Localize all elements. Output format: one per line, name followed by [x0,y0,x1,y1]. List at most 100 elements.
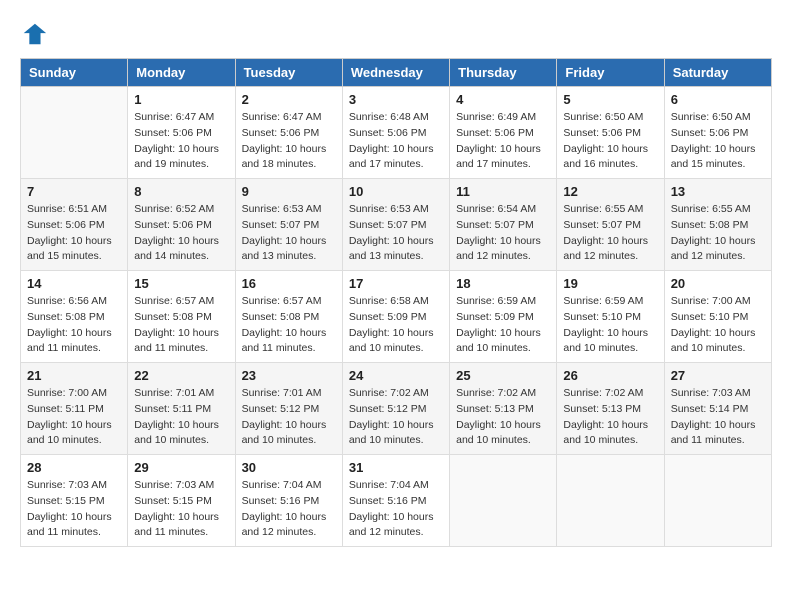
calendar-cell: 13 Sunrise: 6:55 AMSunset: 5:08 PMDayligh… [664,179,771,271]
day-info: Sunrise: 7:01 AMSunset: 5:12 PMDaylight:… [242,386,336,449]
day-info: Sunrise: 6:53 AMSunset: 5:07 PMDaylight:… [349,202,443,265]
day-info: Sunrise: 7:02 AMSunset: 5:13 PMDaylight:… [563,386,657,449]
calendar-cell: 19 Sunrise: 6:59 AMSunset: 5:10 PMDayligh… [557,271,664,363]
day-number: 12 [563,184,657,199]
day-number: 25 [456,368,550,383]
day-info: Sunrise: 6:52 AMSunset: 5:06 PMDaylight:… [134,202,228,265]
day-number: 8 [134,184,228,199]
day-info: Sunrise: 7:00 AMSunset: 5:10 PMDaylight:… [671,294,765,357]
calendar-cell: 16 Sunrise: 6:57 AMSunset: 5:08 PMDayligh… [235,271,342,363]
calendar-cell: 8 Sunrise: 6:52 AMSunset: 5:06 PMDaylight… [128,179,235,271]
day-info: Sunrise: 6:58 AMSunset: 5:09 PMDaylight:… [349,294,443,357]
calendar-cell: 28 Sunrise: 7:03 AMSunset: 5:15 PMDayligh… [21,455,128,547]
calendar-week-4: 28 Sunrise: 7:03 AMSunset: 5:15 PMDayligh… [21,455,772,547]
day-info: Sunrise: 6:50 AMSunset: 5:06 PMDaylight:… [563,110,657,173]
day-number: 16 [242,276,336,291]
header-wednesday: Wednesday [342,59,449,87]
day-number: 9 [242,184,336,199]
day-number: 26 [563,368,657,383]
calendar-cell: 14 Sunrise: 6:56 AMSunset: 5:08 PMDayligh… [21,271,128,363]
day-number: 28 [27,460,121,475]
calendar-cell: 4 Sunrise: 6:49 AMSunset: 5:06 PMDaylight… [450,87,557,179]
day-info: Sunrise: 6:49 AMSunset: 5:06 PMDaylight:… [456,110,550,173]
day-info: Sunrise: 7:01 AMSunset: 5:11 PMDaylight:… [134,386,228,449]
day-info: Sunrise: 7:03 AMSunset: 5:15 PMDaylight:… [27,478,121,541]
calendar-cell: 6Sunrise: 6:50 AMSunset: 5:06 PMDaylight… [664,87,771,179]
day-info: Sunrise: 6:57 AMSunset: 5:08 PMDaylight:… [134,294,228,357]
day-info: Sunrise: 6:48 AMSunset: 5:06 PMDaylight:… [349,110,443,173]
day-info: Sunrise: 6:51 AMSunset: 5:06 PMDaylight:… [27,202,121,265]
day-info: Sunrise: 6:56 AMSunset: 5:08 PMDaylight:… [27,294,121,357]
day-info: Sunrise: 6:55 AMSunset: 5:07 PMDaylight:… [563,202,657,265]
day-info: Sunrise: 6:47 AMSunset: 5:06 PMDaylight:… [242,110,336,173]
calendar-cell [21,87,128,179]
day-info: Sunrise: 7:03 AMSunset: 5:14 PMDaylight:… [671,386,765,449]
day-info: Sunrise: 6:59 AMSunset: 5:10 PMDaylight:… [563,294,657,357]
calendar-cell: 7 Sunrise: 6:51 AMSunset: 5:06 PMDaylight… [21,179,128,271]
day-number: 14 [27,276,121,291]
day-number: 23 [242,368,336,383]
calendar-cell: 5 Sunrise: 6:50 AMSunset: 5:06 PMDaylight… [557,87,664,179]
header-sunday: Sunday [21,59,128,87]
calendar-cell: 24 Sunrise: 7:02 AMSunset: 5:12 PMDayligh… [342,363,449,455]
day-info: Sunrise: 6:55 AMSunset: 5:08 PMDaylight:… [671,202,765,265]
day-number: 17 [349,276,443,291]
day-number: 10 [349,184,443,199]
calendar-cell: 15Sunrise: 6:57 AMSunset: 5:08 PMDayligh… [128,271,235,363]
day-number: 19 [563,276,657,291]
calendar-cell: 9 Sunrise: 6:53 AMSunset: 5:07 PMDaylight… [235,179,342,271]
calendar-cell: 12 Sunrise: 6:55 AMSunset: 5:07 PMDayligh… [557,179,664,271]
day-number: 21 [27,368,121,383]
day-number: 6 [671,92,765,107]
day-number: 11 [456,184,550,199]
day-number: 2 [242,92,336,107]
calendar-cell: 22Sunrise: 7:01 AMSunset: 5:11 PMDayligh… [128,363,235,455]
day-number: 7 [27,184,121,199]
calendar-cell: 10 Sunrise: 6:53 AMSunset: 5:07 PMDayligh… [342,179,449,271]
calendar-cell: 20Sunrise: 7:00 AMSunset: 5:10 PMDayligh… [664,271,771,363]
day-number: 30 [242,460,336,475]
calendar-week-0: 1Sunrise: 6:47 AMSunset: 5:06 PMDaylight… [21,87,772,179]
logo [20,20,52,48]
day-info: Sunrise: 6:47 AMSunset: 5:06 PMDaylight:… [134,110,228,173]
calendar-week-1: 7 Sunrise: 6:51 AMSunset: 5:06 PMDaylight… [21,179,772,271]
calendar-cell [664,455,771,547]
day-number: 18 [456,276,550,291]
header-thursday: Thursday [450,59,557,87]
day-number: 4 [456,92,550,107]
calendar-cell: 11 Sunrise: 6:54 AMSunset: 5:07 PMDayligh… [450,179,557,271]
calendar-cell: 30Sunrise: 7:04 AMSunset: 5:16 PMDayligh… [235,455,342,547]
day-info: Sunrise: 7:02 AMSunset: 5:12 PMDaylight:… [349,386,443,449]
day-number: 13 [671,184,765,199]
day-number: 27 [671,368,765,383]
day-info: Sunrise: 7:00 AMSunset: 5:11 PMDaylight:… [27,386,121,449]
day-info: Sunrise: 6:54 AMSunset: 5:07 PMDaylight:… [456,202,550,265]
calendar-cell: 29 Sunrise: 7:03 AMSunset: 5:15 PMDayligh… [128,455,235,547]
calendar-cell: 17 Sunrise: 6:58 AMSunset: 5:09 PMDayligh… [342,271,449,363]
header-saturday: Saturday [664,59,771,87]
calendar-cell: 21 Sunrise: 7:00 AMSunset: 5:11 PMDayligh… [21,363,128,455]
calendar-cell: 23 Sunrise: 7:01 AMSunset: 5:12 PMDayligh… [235,363,342,455]
day-info: Sunrise: 6:59 AMSunset: 5:09 PMDaylight:… [456,294,550,357]
header-monday: Monday [128,59,235,87]
calendar-cell: 2 Sunrise: 6:47 AMSunset: 5:06 PMDaylight… [235,87,342,179]
day-number: 24 [349,368,443,383]
calendar-cell: 3 Sunrise: 6:48 AMSunset: 5:06 PMDaylight… [342,87,449,179]
day-info: Sunrise: 6:57 AMSunset: 5:08 PMDaylight:… [242,294,336,357]
day-number: 3 [349,92,443,107]
calendar-cell [557,455,664,547]
day-number: 31 [349,460,443,475]
calendar-cell: 26 Sunrise: 7:02 AMSunset: 5:13 PMDayligh… [557,363,664,455]
calendar-cell: 27 Sunrise: 7:03 AMSunset: 5:14 PMDayligh… [664,363,771,455]
calendar-header-row: SundayMondayTuesdayWednesdayThursdayFrid… [21,59,772,87]
calendar-cell [450,455,557,547]
day-info: Sunrise: 7:02 AMSunset: 5:13 PMDaylight:… [456,386,550,449]
day-number: 29 [134,460,228,475]
header-friday: Friday [557,59,664,87]
day-number: 5 [563,92,657,107]
calendar-week-3: 21 Sunrise: 7:00 AMSunset: 5:11 PMDayligh… [21,363,772,455]
day-info: Sunrise: 7:03 AMSunset: 5:15 PMDaylight:… [134,478,228,541]
calendar-cell: 1Sunrise: 6:47 AMSunset: 5:06 PMDaylight… [128,87,235,179]
day-info: Sunrise: 6:53 AMSunset: 5:07 PMDaylight:… [242,202,336,265]
day-info: Sunrise: 7:04 AMSunset: 5:16 PMDaylight:… [349,478,443,541]
